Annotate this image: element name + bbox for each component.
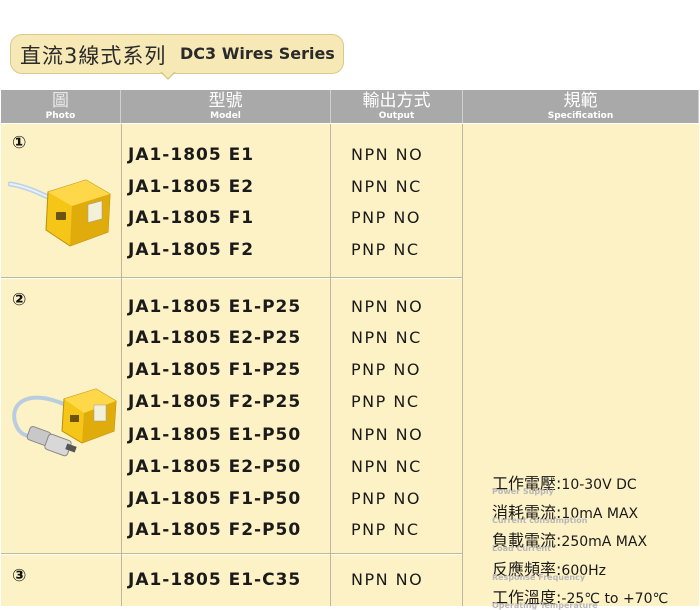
output-g2-r1: NPN NO bbox=[351, 297, 424, 316]
model-g2-r4: JA1-1805 F2-P25 bbox=[128, 392, 302, 412]
header-output: 輸出方式 Output bbox=[331, 90, 463, 123]
output-g2-r8: PNP NC bbox=[351, 520, 420, 539]
series-title-chinese: 直流3線式系列 bbox=[20, 44, 167, 68]
output-g2-r4: PNP NC bbox=[351, 392, 420, 411]
model-g2-r8: JA1-1805 F2-P50 bbox=[128, 520, 302, 540]
output-g3-r1: NPN NO bbox=[351, 570, 424, 589]
model-g1-r1: JA1-1805 E1 bbox=[128, 145, 255, 165]
group-2-output-cell bbox=[331, 279, 462, 553]
model-g3-r1: JA1-1805 E1-C35 bbox=[128, 570, 302, 590]
series-title-english: DC3 Wires Series bbox=[180, 44, 335, 63]
model-g2-r2: JA1-1805 E2-P25 bbox=[128, 328, 302, 348]
header-model: 型號 Model bbox=[121, 90, 331, 123]
output-g2-r3: PNP NO bbox=[351, 360, 421, 379]
spec-load-current: 負載電流:250mA MAX Load Current bbox=[492, 531, 648, 553]
spec-current-consumption: 消耗電流:10mA MAX Current consumption bbox=[492, 503, 639, 525]
output-g2-r6: NPN NC bbox=[351, 457, 422, 476]
header-specification: 規範 Specification bbox=[463, 90, 699, 123]
output-g2-r7: PNP NO bbox=[351, 489, 421, 508]
model-g1-r2: JA1-1805 E2 bbox=[128, 177, 255, 197]
model-g2-r5: JA1-1805 E1-P50 bbox=[128, 425, 302, 445]
group-3-number: ③ bbox=[12, 566, 27, 586]
header-photo: 圖 Photo bbox=[1, 90, 121, 123]
model-g1-r4: JA1-1805 F2 bbox=[128, 240, 255, 260]
output-g1-r1: NPN NO bbox=[351, 145, 424, 164]
output-g1-r4: PNP NC bbox=[351, 240, 420, 259]
proximity-sensor-cable-icon bbox=[8, 179, 111, 247]
output-g2-r2: NPN NC bbox=[351, 328, 422, 347]
output-g2-r5: NPN NO bbox=[351, 425, 424, 444]
spec-operating-temperature: 工作溫度:-25℃ to +70℃ Operating Temperature bbox=[492, 588, 669, 610]
model-g2-r1: JA1-1805 E1-P25 bbox=[128, 297, 302, 317]
spec-power-supply: 工作電壓:10-30V DC Power Supply bbox=[492, 474, 637, 496]
model-g1-r3: JA1-1805 F1 bbox=[128, 208, 255, 228]
output-g1-r2: NPN NC bbox=[351, 177, 422, 196]
model-g2-r7: JA1-1805 F1-P50 bbox=[128, 489, 302, 509]
model-g2-r3: JA1-1805 F1-P25 bbox=[128, 360, 302, 380]
group-2-number: ② bbox=[12, 290, 27, 310]
group-1-number: ① bbox=[12, 133, 27, 153]
model-g2-r6: JA1-1805 E2-P50 bbox=[128, 457, 302, 477]
output-g1-r3: PNP NO bbox=[351, 208, 421, 227]
proximity-sensor-connector-icon bbox=[12, 388, 117, 457]
group-2-model-cell bbox=[122, 279, 330, 553]
spec-response-frequency: 反應頻率:600Hz Response Frequency bbox=[492, 560, 607, 582]
